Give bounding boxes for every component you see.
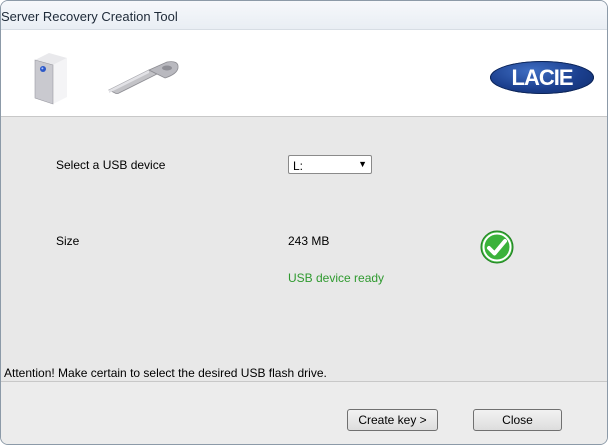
button-bar: Create key > Close — [1, 382, 607, 444]
close-button[interactable]: Close — [473, 409, 562, 431]
status-text: USB device ready — [288, 271, 385, 285]
server-drive-icon — [34, 53, 67, 105]
size-label: Size — [56, 234, 80, 248]
lacie-logo: LACIE — [490, 61, 594, 94]
title-bar: Server Recovery Creation Tool — [1, 1, 607, 30]
window-title: Server Recovery Creation Tool — [1, 9, 178, 24]
usb-device-select-value: L: — [293, 159, 304, 173]
chevron-down-icon: ▼ — [358, 159, 367, 169]
header-banner: LACIE — [1, 30, 607, 117]
checkmark-icon — [480, 230, 514, 264]
usb-device-select[interactable]: L: ▼ — [288, 155, 372, 174]
warning-text: Attention! Make certain to select the de… — [4, 366, 327, 380]
app-window: Server Recovery Creation Tool LACIE Sele… — [0, 0, 608, 445]
usb-device-label: Select a USB device — [56, 158, 166, 172]
usb-key-icon — [108, 61, 179, 94]
size-value: 243 MB — [288, 234, 330, 248]
create-key-button[interactable]: Create key > — [347, 409, 438, 431]
main-panel: Select a USB device L: ▼ Size 243 MB USB… — [1, 117, 607, 382]
